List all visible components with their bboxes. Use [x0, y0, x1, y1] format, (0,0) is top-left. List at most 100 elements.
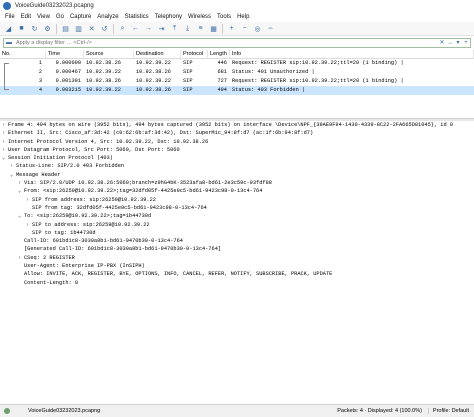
packet-protocol: SIP [183, 60, 193, 66]
first-packet-icon[interactable]: ⤒ [170, 24, 179, 33]
packet-time: 0.000000 [55, 60, 81, 66]
packet-source: 10.92.39.22 [86, 87, 121, 93]
packet-destination: 10.92.39.22 [136, 60, 171, 66]
display-filter-input[interactable] [16, 40, 438, 46]
menu-telephony[interactable]: Telephony [155, 14, 182, 20]
detail-tree-row[interactable]: › Status-Line: SIP/2.0 403 Forbidden [0, 162, 474, 170]
window-title: VoiceGuide03232023.pcapng [15, 3, 94, 9]
close-file-icon[interactable]: ✕ [87, 24, 96, 33]
packet-row[interactable]: 3 0.001391 10.92.38.26 10.92.39.22 SIP 7… [0, 77, 474, 86]
main-toolbar: ◢ ■ ↻ ⚙ ▤ ▥ ✕ ↺ ⌕ ← → ⇥ ⤒ ⤓ ≡ ▦ + − ◎ ⇔ [0, 22, 474, 36]
zoom-reset-icon[interactable]: ◎ [253, 24, 262, 33]
column-length[interactable]: Length [208, 50, 230, 58]
request-response-connector [4, 63, 9, 90]
packet-row[interactable]: 2 0.000467 10.92.39.22 10.92.38.26 SIP 6… [0, 68, 474, 77]
detail-tree-row[interactable]: › Ethernet II, Src: Cisco_af:3d:42 (c0:62… [0, 129, 474, 137]
detail-tree-row[interactable]: ⌄ Message Header [0, 171, 474, 179]
clear-filter-icon[interactable]: ✕ [438, 39, 446, 47]
detail-tree-row[interactable]: User-Agent: Enterprise IP-PBX (InSIPH) [0, 262, 474, 270]
menu-statistics[interactable]: Statistics [125, 14, 149, 20]
go-back-icon[interactable]: ← [131, 24, 140, 33]
packet-list: 1 0.000000 10.92.38.26 10.92.39.22 SIP 4… [0, 59, 474, 117]
detail-tree-row[interactable]: › CSeq: 2 REGISTER [0, 254, 474, 262]
detail-text: User Datagram Protocol, Src Port: 5060, … [8, 146, 180, 153]
detail-tree-row[interactable]: ⌄ Session Initiation Protocol (403) [0, 154, 474, 162]
detail-tree-row[interactable]: › Via: SIP/2.0/UDP 10.92.38.26:5060;branc… [0, 179, 474, 187]
packet-protocol: SIP [183, 87, 193, 93]
detail-tree-row[interactable]: SIP from tag: 32dfd05f-4425e9c5-bd61-942… [0, 204, 474, 212]
add-filter-button-icon[interactable]: + [462, 39, 470, 47]
detail-text: To: <sip:26259@10.92.39.22>;tag=1b44730d [24, 213, 152, 220]
capture-options-icon[interactable]: ⚙ [43, 24, 52, 33]
stop-capture-icon[interactable]: ■ [17, 24, 26, 33]
detail-tree-row[interactable]: › SIP from address: sip:26259@10.92.39.22 [0, 196, 474, 204]
column-time[interactable]: Time [46, 50, 84, 58]
wireshark-icon [3, 2, 11, 10]
zoom-in-icon[interactable]: + [227, 24, 236, 33]
menu-file[interactable]: File [5, 14, 15, 20]
open-file-icon[interactable]: ▤ [61, 24, 70, 33]
packet-time: 0.000467 [55, 69, 81, 75]
detail-text: [Generated Call-ID: 601bd1c8-3039a8b1-bd… [24, 246, 222, 253]
packet-length: 494 [217, 87, 227, 93]
detail-tree-row[interactable]: [Generated Call-ID: 601bd1c8-3039a8b1-bd… [0, 245, 474, 253]
start-capture-icon[interactable]: ◢ [4, 24, 13, 33]
last-packet-icon[interactable]: ⤓ [183, 24, 192, 33]
packet-info: Status: 403 Forbidden | [232, 87, 306, 93]
detail-tree-row[interactable]: Allow: INVITE, ACK, REGISTER, BYE, OPTIO… [0, 270, 474, 278]
column-source[interactable]: Source [84, 50, 134, 58]
packet-length: 727 [217, 78, 227, 84]
autoscroll-icon[interactable]: ≡ [196, 24, 205, 33]
expert-info-icon[interactable] [4, 408, 10, 414]
restart-capture-icon[interactable]: ↻ [30, 24, 39, 33]
menu-help[interactable]: Help [237, 14, 249, 20]
packet-source: 10.92.38.26 [86, 60, 121, 66]
menu-tools[interactable]: Tools [217, 14, 231, 20]
column-info[interactable]: Info [230, 50, 474, 58]
detail-tree-row[interactable]: › User Datagram Protocol, Src Port: 5060,… [0, 146, 474, 154]
packet-source: 10.92.38.26 [86, 78, 121, 84]
packet-row[interactable]: 1 0.000000 10.92.38.26 10.92.39.22 SIP 4… [0, 59, 474, 68]
detail-tree-row[interactable]: SIP to tag: 1b44730d [0, 229, 474, 237]
packet-source: 10.92.39.22 [86, 69, 121, 75]
column-no[interactable]: No. [0, 50, 46, 58]
detail-tree-row[interactable]: ⌄ To: <sip:26259@10.92.39.22>;tag=1b44730… [0, 212, 474, 220]
status-bar: VoiceGuide03232023.pcapng Packets: 4 · D… [0, 404, 474, 417]
detail-tree-row[interactable]: Call-ID: 601bd1c8-3039a8b1-bd61-9470b30-… [0, 237, 474, 245]
packet-time: 0.003215 [55, 87, 81, 93]
menu-wireless[interactable]: Wireless [188, 14, 211, 20]
detail-tree-row[interactable]: › Frame 4: 494 bytes on wire (3952 bits),… [0, 121, 474, 129]
status-file-name: VoiceGuide03232023.pcapng [28, 408, 101, 414]
colorize-icon[interactable]: ▦ [209, 24, 218, 33]
menu-edit[interactable]: Edit [21, 14, 31, 20]
filter-dropdown-icon[interactable]: ▾ [454, 39, 462, 47]
bookmark-icon[interactable]: ▬ [6, 40, 13, 46]
save-file-icon[interactable]: ▥ [74, 24, 83, 33]
detail-tree-row[interactable]: ⌄ From: <sip:26259@10.92.39.22>;tag=32dfd… [0, 187, 474, 195]
menu-go[interactable]: Go [56, 14, 64, 20]
detail-tree-row[interactable]: › SIP to address: sip:26259@10.92.39.22 [0, 221, 474, 229]
find-packet-icon[interactable]: ⌕ [118, 24, 127, 33]
packet-row-selected[interactable]: 4 0.003215 10.92.39.22 10.92.38.26 SIP 4… [0, 86, 474, 95]
packet-length: 446 [217, 60, 227, 66]
detail-tree-row[interactable]: Content-Length: 0 [0, 279, 474, 287]
reload-icon[interactable]: ↺ [100, 24, 109, 33]
toolbar-separator [113, 23, 114, 34]
resize-columns-icon[interactable]: ⇔ [266, 24, 275, 33]
toolbar-separator [56, 23, 57, 34]
column-destination[interactable]: Destination [134, 50, 181, 58]
menu-capture[interactable]: Capture [70, 14, 91, 20]
zoom-out-icon[interactable]: − [240, 24, 249, 33]
detail-text: Via: SIP/2.0/UDP 10.92.38.26:5060;branch… [24, 180, 272, 187]
menu-view[interactable]: View [37, 14, 50, 20]
column-protocol[interactable]: Protocol [181, 50, 208, 58]
go-forward-icon[interactable]: → [144, 24, 153, 33]
menu-analyze[interactable]: Analyze [97, 14, 118, 20]
packet-length: 681 [217, 69, 227, 75]
detail-text: Ethernet II, Src: Cisco_af:3d:42 (c0:62:… [8, 130, 314, 137]
status-profile[interactable]: Profile: Default [427, 408, 469, 414]
go-to-packet-icon[interactable]: ⇥ [157, 24, 166, 33]
detail-tree-row[interactable]: › Internet Protocol Version 4, Src: 10.92… [0, 138, 474, 146]
detail-text: Frame 4: 494 bytes on wire (3952 bits), … [8, 122, 454, 128]
apply-filter-icon[interactable]: → [446, 39, 454, 47]
